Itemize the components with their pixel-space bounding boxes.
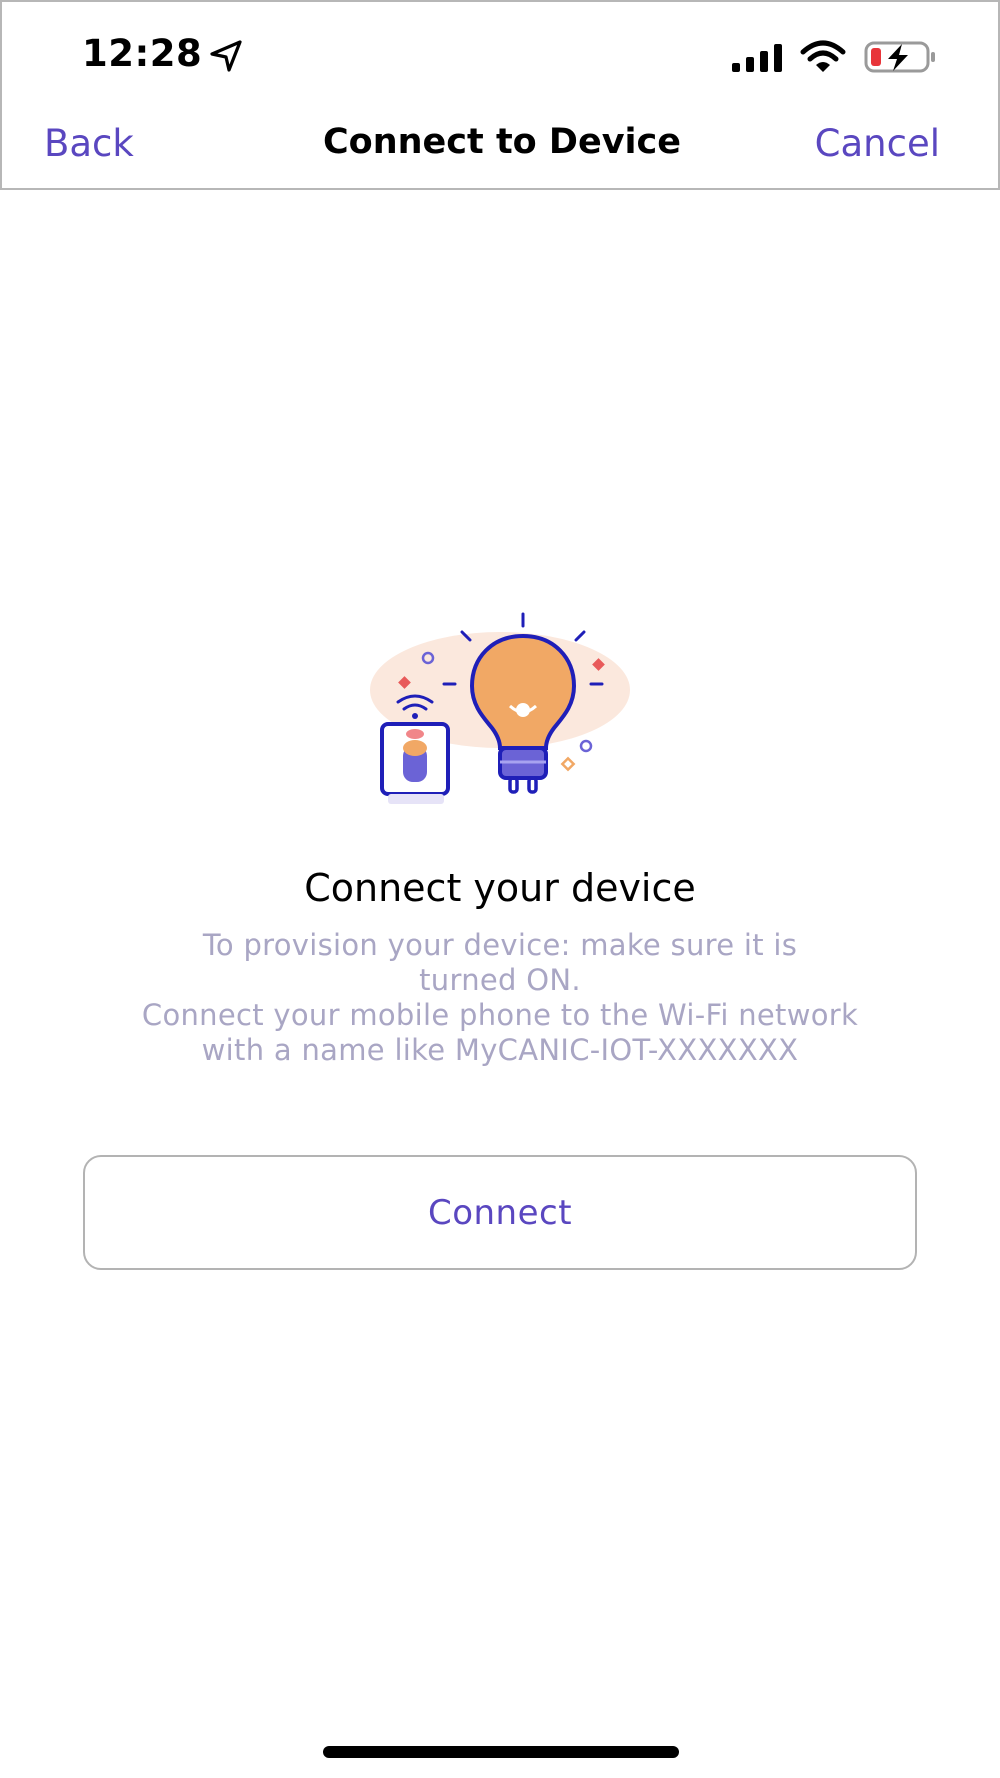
description-line: To provision your device: make sure it i…: [202, 928, 798, 962]
status-bar: 12:28: [2, 2, 1000, 112]
connect-to-device-screen: 12:28 Back Connect to Device Cancel Conn…: [0, 0, 1000, 1778]
home-indicator[interactable]: [323, 1746, 679, 1758]
content-description: To provision your device: make sure it i…: [80, 928, 920, 1068]
battery-charging-icon: [864, 41, 935, 73]
lightbulb-smart-device-illustration: [370, 612, 630, 804]
description-line: with a name like MyCANIC-IOT-XXXXXXX: [201, 1033, 799, 1067]
status-time: 12:28: [82, 32, 203, 75]
connect-button[interactable]: Connect: [83, 1155, 917, 1270]
connect-button-label: Connect: [427, 1192, 573, 1233]
description-line: turned ON.: [419, 963, 581, 997]
content-title: Connect your device: [304, 866, 696, 910]
description-line: Connect your mobile phone to the Wi-Fi n…: [141, 998, 859, 1032]
cancel-button[interactable]: Cancel: [815, 122, 940, 165]
navigation-bar: Back Connect to Device Cancel: [2, 112, 1000, 190]
wifi-icon: [800, 40, 846, 72]
location-arrow-icon: [210, 40, 242, 72]
cellular-signal-icon: [732, 44, 782, 72]
top-frame: 12:28 Back Connect to Device Cancel: [0, 0, 1000, 190]
